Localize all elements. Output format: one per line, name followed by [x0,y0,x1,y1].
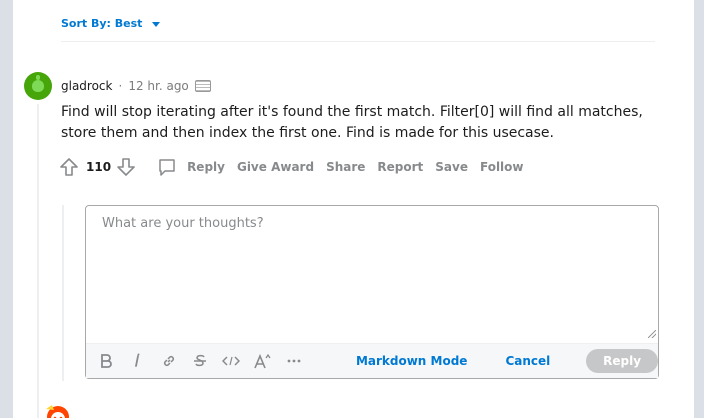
downvote-button[interactable] [115,156,137,178]
reply-editor: Markdown Mode Cancel Reply [85,205,659,379]
username-link[interactable]: gladrock [61,79,112,93]
markdown-mode-button[interactable]: Markdown Mode [356,354,468,368]
share-button[interactable]: Share [326,160,365,174]
inline-code-button[interactable] [216,349,247,373]
superscript-icon [254,353,271,369]
strikethrough-icon [193,354,206,367]
nested-thread-line[interactable] [62,205,64,381]
reply-textarea[interactable] [86,206,658,342]
cancel-button[interactable]: Cancel [505,354,550,368]
next-comment-avatar[interactable] [44,403,72,418]
upvote-arrow-icon [60,158,78,176]
inline-code-icon [222,356,241,366]
comment-meta: gladrock · 12 hr. ago [61,79,211,93]
more-icon [287,359,301,363]
vote-score: 110 [86,160,112,174]
meta-separator: · [118,79,123,93]
superscript-button[interactable] [247,349,278,373]
italic-icon [135,353,140,367]
give-award-button[interactable]: Give Award [237,160,314,174]
comment-actions: 110 Reply Give Award Share Report Save F… [58,156,524,178]
snoo-icon [32,80,44,92]
downvote-arrow-icon [117,158,135,176]
report-button[interactable]: Report [377,160,423,174]
timestamp[interactable]: 12 hr. ago [128,79,188,93]
comment-body: Find will stop iterating after it's foun… [61,104,643,141]
resize-handle-icon[interactable] [648,330,656,338]
avatar[interactable] [24,72,52,100]
more-options-button[interactable] [279,349,310,373]
bold-icon [100,354,112,368]
reply-button[interactable]: Reply [157,157,225,177]
strikethrough-button[interactable] [184,349,215,373]
submit-reply-button[interactable]: Reply [586,349,658,373]
sort-label: Sort By: Best [61,17,143,30]
link-icon [163,355,174,367]
italic-button[interactable] [121,349,152,373]
caret-down-icon [152,21,161,27]
flair-icon [194,80,211,92]
thread-line[interactable] [37,104,39,418]
upvote-button[interactable] [58,156,80,178]
sort-dropdown[interactable]: Sort By: Best [61,17,161,30]
bold-button[interactable] [90,349,121,373]
divider [61,41,655,42]
save-button[interactable]: Save [435,160,468,174]
reply-label: Reply [187,160,225,174]
follow-button[interactable]: Follow [480,160,524,174]
link-button[interactable] [153,349,184,373]
comment-bubble-icon [159,159,175,176]
editor-toolbar: Markdown Mode Cancel Reply [86,343,658,378]
